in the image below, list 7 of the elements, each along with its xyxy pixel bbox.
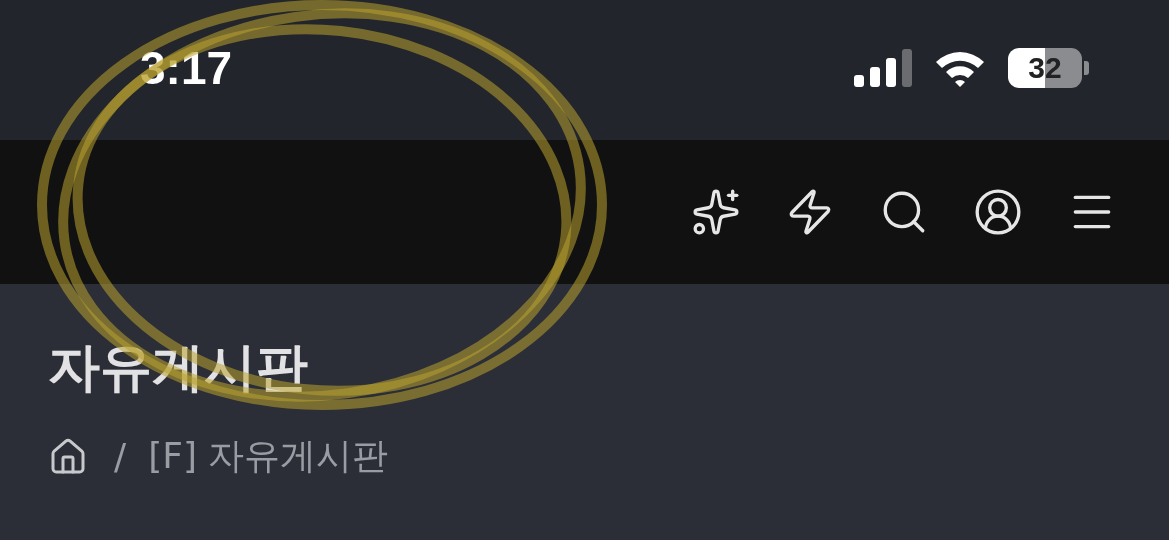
- breadcrumb-link[interactable]: [F] 자유게시판: [148, 432, 389, 481]
- status-time: 3:17: [140, 41, 233, 95]
- battery-indicator: 32: [1008, 48, 1089, 88]
- user-icon[interactable]: [973, 187, 1023, 237]
- signal-icon: [854, 49, 912, 87]
- wifi-icon: [934, 49, 986, 87]
- breadcrumb-separator: /: [114, 436, 127, 477]
